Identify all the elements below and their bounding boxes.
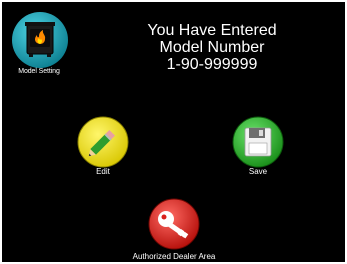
model-setting-label: Model Setting bbox=[18, 68, 60, 75]
message-line-1: You Have Entered bbox=[147, 22, 277, 39]
model-number-message: You Have Entered Model Number 1-90-99999… bbox=[92, 22, 332, 73]
pencil-icon bbox=[77, 116, 129, 168]
model-number-value: 1-90-999999 bbox=[166, 56, 258, 73]
save-button[interactable] bbox=[232, 116, 284, 173]
message-line-2: Model Number bbox=[159, 39, 265, 56]
authorized-dealer-button[interactable] bbox=[148, 198, 200, 255]
edit-label: Edit bbox=[96, 167, 110, 176]
model-setting-button[interactable] bbox=[10, 10, 70, 70]
authorized-dealer-label: Authorized Dealer Area bbox=[132, 252, 216, 261]
edit-button[interactable] bbox=[77, 116, 129, 173]
stove-fire-icon bbox=[12, 12, 68, 68]
key-icon bbox=[148, 198, 200, 250]
screen: Model Setting You Have Entered Model Num… bbox=[2, 2, 345, 262]
save-label: Save bbox=[248, 167, 268, 176]
floppy-disk-icon bbox=[232, 116, 284, 168]
